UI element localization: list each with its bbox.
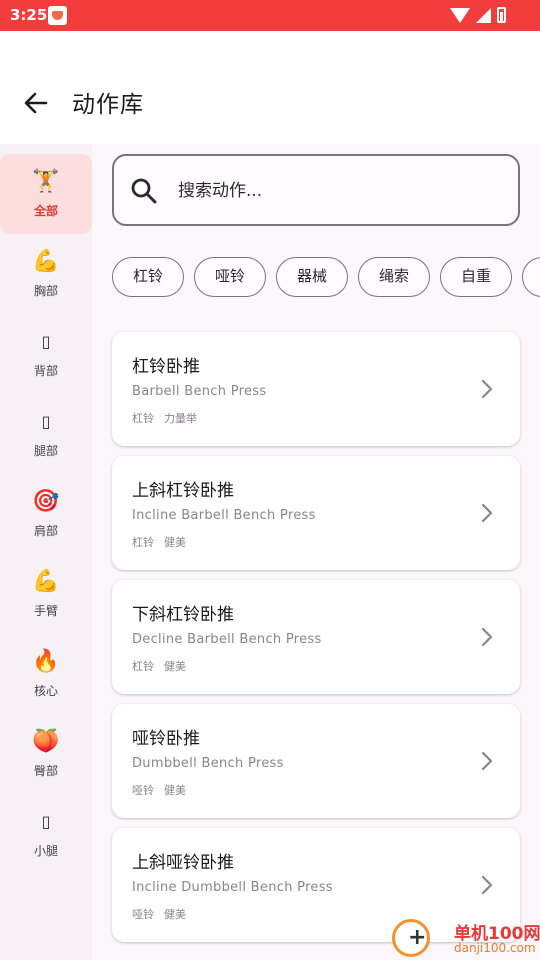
- sidebar-item-arms[interactable]: 💪 手臂: [0, 554, 92, 634]
- exercise-english-name: Barbell Bench Press: [132, 384, 267, 399]
- sidebar-item-all[interactable]: 🏋️ 全部: [0, 154, 92, 234]
- equipment-tag: 杠铃: [132, 412, 154, 425]
- biceps-icon: 💪: [32, 569, 60, 594]
- battery-icon: [497, 7, 506, 23]
- exercise-english-name: Incline Barbell Bench Press: [132, 508, 316, 523]
- sidebar-item-label: 全部: [33, 204, 58, 218]
- chevron-right-icon: [481, 751, 493, 771]
- missing-glyph-icon: ▯: [41, 412, 51, 431]
- exercise-tags: 杠铃 健美: [132, 658, 196, 674]
- wifi-icon: [450, 8, 470, 23]
- back-arrow-icon[interactable]: [18, 85, 54, 121]
- exercise-english-name: Incline Dumbbell Bench Press: [132, 880, 333, 895]
- equipment-tag: 杠铃: [132, 660, 154, 673]
- chevron-right-icon: [481, 503, 493, 523]
- exercise-card[interactable]: 下斜杠铃卧推 Decline Barbell Bench Press 杠铃 健美: [112, 580, 520, 694]
- status-icons: [450, 7, 506, 23]
- exercise-name: 下斜杠铃卧推: [132, 605, 234, 625]
- search-icon: [131, 178, 157, 204]
- sidebar-item-glutes[interactable]: 🍑 臀部: [0, 714, 92, 794]
- exercise-tags: 杠铃 健美: [132, 534, 196, 550]
- sidebar-item-label: 背部: [33, 364, 58, 378]
- equipment-tag: 哑铃: [132, 784, 154, 797]
- chevron-right-icon: [481, 627, 493, 647]
- site-watermark: + 单机100网 danji100.com: [388, 917, 540, 960]
- watermark-url: danji100.com: [454, 941, 536, 955]
- search-box[interactable]: [112, 154, 520, 226]
- filter-chip-barbell[interactable]: 杠铃: [112, 257, 184, 297]
- missing-glyph-icon: ▯: [41, 332, 51, 351]
- exercise-name: 上斜哑铃卧推: [132, 853, 234, 873]
- exercise-card[interactable]: 杠铃卧推 Barbell Bench Press 杠铃 力量举: [112, 332, 520, 446]
- exercise-card[interactable]: 哑铃卧推 Dumbbell Bench Press 哑铃 健美: [112, 704, 520, 818]
- status-time: 3:25: [10, 6, 48, 24]
- weightlifter-icon: 🏋️: [32, 169, 60, 194]
- category-sidebar: 🏋️ 全部 💪 胸部 ▯ 背部 ▯ 腿部 🎯 肩部 💪 手臂 🔥 核心 🍑 臀部…: [0, 144, 92, 960]
- signal-icon: [476, 7, 491, 23]
- exercise-name: 哑铃卧推: [132, 729, 200, 749]
- sidebar-item-label: 小腿: [33, 844, 58, 858]
- exercise-tags: 哑铃 健美: [132, 782, 196, 798]
- sidebar-item-calves[interactable]: ▯ 小腿: [0, 794, 92, 874]
- biceps-icon: 💪: [32, 249, 60, 274]
- exercise-english-name: Dumbbell Bench Press: [132, 756, 284, 771]
- sidebar-item-label: 臀部: [33, 764, 58, 778]
- exercise-tags: 杠铃 力量举: [132, 410, 207, 426]
- chevron-right-icon: [481, 875, 493, 895]
- filter-chip-bodyweight[interactable]: 自重: [440, 257, 512, 297]
- sidebar-item-label: 手臂: [33, 604, 58, 618]
- category-tag: 健美: [164, 536, 186, 549]
- category-tag: 力量举: [164, 412, 197, 425]
- missing-glyph-icon: ▯: [41, 812, 51, 831]
- exercise-english-name: Decline Barbell Bench Press: [132, 632, 322, 647]
- sidebar-item-label: 核心: [33, 684, 58, 698]
- filter-chip-cable[interactable]: 绳索: [358, 257, 430, 297]
- app-bar: 动作库: [0, 31, 540, 144]
- sidebar-item-core[interactable]: 🔥 核心: [0, 634, 92, 714]
- sidebar-item-label: 胸部: [33, 284, 58, 298]
- exercise-card[interactable]: 上斜杠铃卧推 Incline Barbell Bench Press 杠铃 健美: [112, 456, 520, 570]
- target-icon: 🎯: [32, 489, 60, 514]
- equipment-filter-chips: 杠铃 哑铃 器械 绳索 自重: [112, 257, 540, 297]
- sidebar-item-chest[interactable]: 💪 胸部: [0, 234, 92, 314]
- sidebar-item-label: 肩部: [33, 524, 58, 538]
- exercise-tags: 哑铃 健美: [132, 906, 196, 922]
- sidebar-item-shoulders[interactable]: 🎯 肩部: [0, 474, 92, 554]
- sidebar-item-label: 腿部: [33, 444, 58, 458]
- sidebar-item-legs[interactable]: ▯ 腿部: [0, 394, 92, 474]
- exercise-name: 杠铃卧推: [132, 357, 200, 377]
- watermark-logo-icon: +: [392, 919, 430, 957]
- fire-icon: 🔥: [32, 649, 60, 674]
- category-tag: 健美: [164, 908, 186, 921]
- sidebar-item-back[interactable]: ▯ 背部: [0, 314, 92, 394]
- category-tag: 健美: [164, 660, 186, 673]
- equipment-tag: 哑铃: [132, 908, 154, 921]
- search-input[interactable]: [178, 174, 498, 208]
- filter-chip-more[interactable]: [522, 257, 540, 297]
- chevron-right-icon: [481, 379, 493, 399]
- status-bar: 3:25: [0, 0, 540, 31]
- app-notification-icon: [48, 6, 67, 25]
- page-title: 动作库: [72, 92, 144, 118]
- exercise-list-panel: 杠铃 哑铃 器械 绳索 自重 杠铃卧推 Barbell Bench Press …: [92, 144, 540, 960]
- equipment-tag: 杠铃: [132, 536, 154, 549]
- category-tag: 健美: [164, 784, 186, 797]
- exercise-name: 上斜杠铃卧推: [132, 481, 234, 501]
- peach-icon: 🍑: [32, 729, 60, 754]
- filter-chip-dumbbell[interactable]: 哑铃: [194, 257, 266, 297]
- filter-chip-machine[interactable]: 器械: [276, 257, 348, 297]
